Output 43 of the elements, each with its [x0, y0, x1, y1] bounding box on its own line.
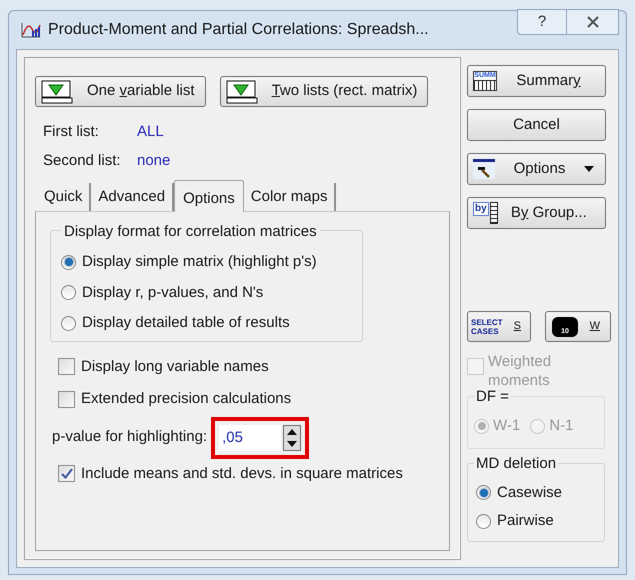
field-label: p-value for highlighting:	[52, 427, 208, 448]
radio-button[interactable]	[61, 316, 76, 331]
hammer-icon	[473, 159, 495, 179]
dropdown-arrow-icon	[584, 166, 594, 172]
up-arrow-icon	[287, 428, 298, 434]
list-value: none	[137, 150, 170, 170]
checkbox-label: Include means and std. devs. in square matrices	[81, 464, 403, 484]
help-button[interactable]: ?	[517, 9, 567, 35]
option-label: Display r, p-values, and N's	[82, 282, 264, 302]
app-icon	[20, 21, 42, 39]
radio-button[interactable]	[61, 254, 76, 270]
select-cases-button[interactable]: SELECT CASES S	[467, 311, 531, 342]
checkbox[interactable]	[58, 465, 75, 482]
close-button[interactable]	[567, 9, 619, 35]
list-button[interactable]: Two lists (rect. matrix)	[220, 76, 428, 107]
bygroup-button[interactable]: by By Group...	[467, 197, 606, 229]
option-label: Pairwise	[497, 511, 554, 531]
list-button[interactable]: One variable list	[35, 76, 206, 107]
checkbox-label: Extended precision calculations	[81, 389, 292, 409]
option-label: W-1	[493, 416, 520, 436]
monitor-icon	[226, 80, 258, 104]
option-label: Display simple matrix (highlight p's)	[82, 252, 317, 272]
spin-button[interactable]	[283, 424, 302, 450]
tab[interactable]: Options	[174, 180, 244, 212]
close-icon	[586, 16, 600, 28]
p-value-field[interactable]: ,05	[219, 424, 282, 450]
window-title: Product-Moment and Partial Correlations: Spreadsh...	[48, 20, 429, 40]
options-button[interactable]: Options	[467, 153, 606, 185]
option-label: N-1	[549, 416, 574, 436]
radio-button[interactable]	[476, 485, 491, 500]
field-label: Second list:	[43, 150, 122, 170]
field-label: First list:	[43, 122, 100, 142]
checkbox[interactable]	[58, 358, 75, 376]
list-value: ALL	[137, 122, 164, 142]
checkbox-label: Display long variable names	[81, 356, 269, 376]
option-label: Casewise	[497, 482, 562, 502]
monitor-icon	[41, 80, 73, 104]
radio-button[interactable]	[476, 514, 491, 529]
option-label: Display detailed table of results	[82, 313, 290, 333]
down-arrow-icon	[287, 440, 298, 446]
plain-button[interactable]: Cancel	[467, 109, 606, 141]
radio-button[interactable]	[61, 285, 76, 300]
checkbox[interactable]	[58, 390, 75, 408]
